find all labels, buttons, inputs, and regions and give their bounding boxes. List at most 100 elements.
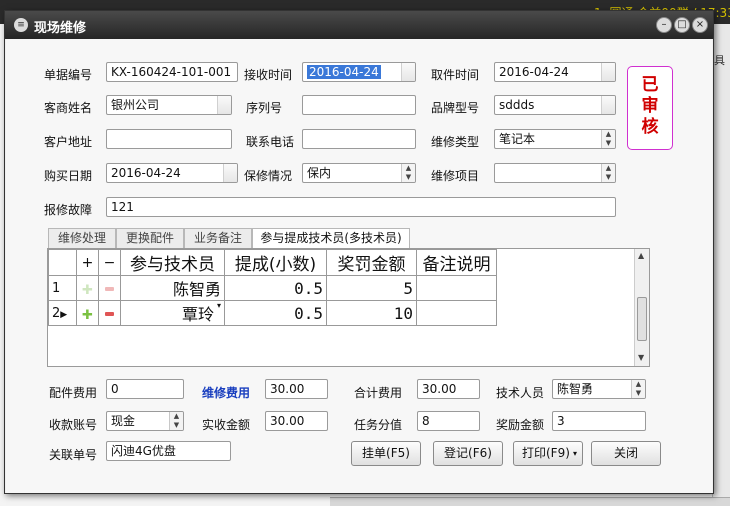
chevron-down-icon[interactable]: ▾: [573, 442, 577, 465]
close-button[interactable]: 关闭: [591, 441, 661, 466]
select-spin-icon[interactable]: ▲ ▼: [401, 164, 415, 182]
tech-cell[interactable]: 覃玲 ▾: [120, 300, 225, 326]
table-row[interactable]: 2▶ ✚ 覃玲 ▾ 0.5 10: [48, 300, 497, 326]
scroll-up-icon[interactable]: ▲: [638, 251, 644, 260]
minimize-icon[interactable]: –: [656, 17, 672, 33]
related-field[interactable]: 闪迪4G优盘: [106, 441, 231, 461]
pick-time-field[interactable]: 2016-04-24: [494, 62, 616, 82]
remark-cell[interactable]: [416, 300, 497, 326]
warranty-select[interactable]: 保内 ▲ ▼: [302, 163, 416, 183]
select-spin-icon[interactable]: ▲ ▼: [601, 164, 615, 182]
technician-select[interactable]: 陈智勇 ▲ ▼: [552, 379, 646, 399]
add-column-header[interactable]: +: [76, 249, 99, 276]
commission-cell[interactable]: 0.5: [224, 300, 327, 326]
remove-row-icon[interactable]: [105, 287, 114, 291]
phone-field[interactable]: [302, 129, 416, 149]
remove-row-cell[interactable]: [98, 300, 121, 326]
reward-field[interactable]: 3: [552, 411, 646, 431]
add-row-icon[interactable]: ✚: [82, 308, 93, 323]
warranty-label: 保修情况: [244, 169, 293, 183]
fault-label: 报修故障: [44, 203, 93, 217]
bonus-cell[interactable]: 10: [326, 300, 417, 326]
remove-column-header[interactable]: −: [98, 249, 121, 276]
serial-field[interactable]: [302, 95, 416, 115]
customer-dropdown-icon[interactable]: [217, 96, 231, 114]
customer-label: 客商姓名: [44, 101, 93, 115]
grid-vertical-scrollbar[interactable]: ▲ ▼: [634, 249, 649, 366]
repair-fee-label: 维修费用: [202, 386, 251, 400]
tech-dropdown-icon[interactable]: ▾: [217, 301, 221, 310]
total-fee-field[interactable]: 30.00: [417, 379, 480, 399]
background-right-panel: [712, 24, 730, 506]
hang-order-button[interactable]: 挂单(F5): [351, 441, 421, 466]
task-score-field[interactable]: 8: [417, 411, 480, 431]
select-spin-icon[interactable]: ▲ ▼: [169, 412, 183, 430]
calendar-dropdown-icon[interactable]: [601, 63, 615, 81]
doc-no-field[interactable]: KX-160424-101-001: [106, 62, 238, 82]
recv-time-field[interactable]: 2016-04-24: [302, 62, 416, 82]
background-right-text: 具: [714, 54, 725, 67]
select-spin-icon[interactable]: ▲ ▼: [631, 380, 645, 398]
doc-no-label: 单据编号: [44, 68, 93, 82]
select-spin-icon[interactable]: ▲ ▼: [601, 130, 615, 148]
remark-cell[interactable]: [416, 275, 497, 301]
print-button[interactable]: 打印(F9) ▾: [513, 441, 583, 466]
customer-field[interactable]: 银州公司: [106, 95, 232, 115]
remove-row-cell[interactable]: [98, 275, 121, 301]
buy-date-field[interactable]: 2016-04-24: [106, 163, 238, 183]
dialog-content: 单据编号 KX-160424-101-001 接收时间 2016-04-24 取…: [6, 39, 712, 493]
maximize-icon[interactable]: □: [674, 17, 690, 33]
calendar-dropdown-icon[interactable]: [223, 164, 237, 182]
scroll-thumb[interactable]: [637, 297, 647, 341]
received-label: 实收金额: [202, 418, 251, 432]
tab-technicians[interactable]: 参与提成技术员(多技术员): [252, 228, 410, 249]
pick-time-label: 取件时间: [431, 68, 480, 82]
received-field[interactable]: 30.00: [265, 411, 328, 431]
bonus-column-header[interactable]: 奖罚金额: [326, 249, 417, 276]
register-button[interactable]: 登记(F6): [433, 441, 503, 466]
calendar-dropdown-icon[interactable]: [401, 63, 415, 81]
remove-row-icon[interactable]: [105, 312, 114, 316]
scroll-down-icon[interactable]: ▼: [638, 353, 644, 362]
technician-grid: + − 参与技术员 提成(小数) 奖罚金额 备注说明 1 ✚ 陈智勇 0.5 5: [47, 248, 650, 367]
current-row-indicator-icon: ▶: [60, 309, 68, 320]
related-label: 关联单号: [49, 448, 98, 462]
row-number: 2▶: [48, 300, 77, 326]
commission-column-header[interactable]: 提成(小数): [224, 249, 327, 276]
fault-field[interactable]: 121: [106, 197, 616, 217]
technician-label: 技术人员: [496, 386, 545, 400]
phone-label: 联系电话: [246, 135, 295, 149]
add-row-cell[interactable]: ✚: [76, 275, 99, 301]
tech-cell[interactable]: 陈智勇: [120, 275, 225, 301]
technician-table: + − 参与技术员 提成(小数) 奖罚金额 备注说明 1 ✚ 陈智勇 0.5 5: [48, 249, 497, 326]
remark-column-header[interactable]: 备注说明: [416, 249, 497, 276]
repair-item-label: 维修项目: [431, 169, 480, 183]
tech-column-header[interactable]: 参与技术员: [120, 249, 225, 276]
total-fee-label: 合计费用: [354, 386, 403, 400]
commission-cell[interactable]: 0.5: [224, 275, 327, 301]
add-row-icon[interactable]: ✚: [82, 283, 93, 298]
brand-dropdown-icon[interactable]: [601, 96, 615, 114]
brand-label: 品牌型号: [431, 101, 480, 115]
account-select[interactable]: 现金 ▲ ▼: [106, 411, 184, 431]
serial-label: 序列号: [246, 101, 283, 115]
repair-item-select[interactable]: ▲ ▼: [494, 163, 616, 183]
tab-repair-handling[interactable]: 维修处理: [48, 228, 116, 248]
parts-fee-field[interactable]: 0: [106, 379, 184, 399]
tab-business-notes[interactable]: 业务备注: [184, 228, 252, 248]
background-bottom-strip: [330, 497, 730, 506]
repair-dialog: ≡ 现场维修 – □ × 单据编号 KX-160424-101-001 接收时间…: [4, 10, 714, 494]
add-row-cell[interactable]: ✚: [76, 300, 99, 326]
dialog-titlebar[interactable]: ≡ 现场维修 – □ ×: [5, 11, 713, 39]
table-row[interactable]: 1 ✚ 陈智勇 0.5 5: [48, 275, 497, 301]
tab-replace-parts[interactable]: 更换配件: [116, 228, 184, 248]
brand-field[interactable]: sddds: [494, 95, 616, 115]
repair-type-select[interactable]: 笔记本 ▲ ▼: [494, 129, 616, 149]
row-number: 1: [48, 275, 77, 301]
close-icon[interactable]: ×: [692, 17, 708, 33]
bonus-cell[interactable]: 5: [326, 275, 417, 301]
task-score-label: 任务分值: [354, 418, 403, 432]
app-menu-icon[interactable]: ≡: [14, 18, 28, 32]
address-field[interactable]: [106, 129, 232, 149]
repair-fee-field[interactable]: 30.00: [265, 379, 328, 399]
